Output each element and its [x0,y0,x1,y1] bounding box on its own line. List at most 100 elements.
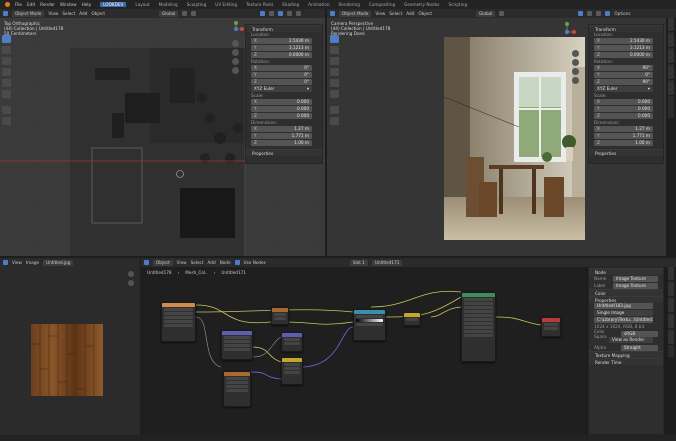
menu-render[interactable]: Render [40,2,55,7]
left-mode-select[interactable]: Object Mode [12,10,45,17]
node-normal-map[interactable] [281,357,303,385]
right-shading-render-icon[interactable] [605,11,611,16]
tab-node-view[interactable] [668,299,674,313]
tab-compositing[interactable]: Compositing [369,2,395,7]
tab-sculpting[interactable]: Sculpting [187,2,207,7]
node-menu-select[interactable]: Select [191,260,204,265]
right-rotation-x-field[interactable]: X 90° [594,65,653,71]
right-menu-add[interactable]: Add [406,11,414,16]
tab-shading[interactable]: Shading [282,2,299,7]
left-menu-object[interactable]: Object [91,11,105,16]
right-menu-select[interactable]: Select [389,11,402,16]
tab-tool[interactable] [668,34,674,48]
right-rotation-y-field[interactable]: Y 0° [594,72,653,78]
right-transform-header[interactable]: Transform [589,25,663,32]
image-file-select[interactable]: Untitled/183.jpg [594,303,653,309]
blender-logo-icon[interactable] [5,2,10,7]
proportional-icon[interactable] [191,11,197,16]
node-sidebar-tabs[interactable] [667,267,674,357]
right-move-tool-icon[interactable] [330,57,339,65]
node-color-ramp[interactable] [353,309,386,341]
right-rotate-tool-icon[interactable] [330,68,339,76]
tab-node-tool[interactable] [668,283,674,297]
node-object-select[interactable]: Object [153,259,173,266]
tab-other[interactable] [668,82,674,96]
right-rotation-z-field[interactable]: Z 90° [594,79,653,85]
tab-geometry-nodes[interactable]: Geometry Nodes [404,2,439,7]
scale-y-field[interactable]: Y 0.000 [251,106,312,112]
camera-view-icon[interactable] [232,58,239,65]
shading-solid-icon[interactable] [278,11,284,16]
location-y-field[interactable]: Y 3.1213 m [251,45,312,51]
transform-tool-icon[interactable] [2,90,11,98]
select-tool-icon[interactable] [2,35,11,43]
node-name-field[interactable]: Image Texture [613,275,658,282]
navigation-gizmo-icon[interactable] [227,20,245,38]
scale-x-field[interactable]: X 0.000 [251,99,312,105]
right-dimension-z-field[interactable]: Z 1.00 m [594,140,653,146]
move-tool-icon[interactable] [2,57,11,65]
left-menu-view[interactable]: View [48,11,58,16]
dimension-z-field[interactable]: Z 1.00 m [251,140,312,146]
right-transform-tool-icon[interactable] [330,90,339,98]
image-menu-view[interactable]: View [12,260,22,265]
right-navigation-gizmo-icon[interactable] [552,18,582,44]
tab-create[interactable] [668,66,674,80]
zoom-icon[interactable] [232,40,239,47]
shading-material-icon[interactable] [287,11,293,16]
image-pan-icon[interactable] [128,280,134,286]
tab-node-wrangler[interactable] [668,331,674,345]
image-editor-type-icon[interactable] [3,260,8,265]
node-label-field[interactable]: Image Texture [613,282,658,289]
tab-uv-editing[interactable]: UV Editing [215,2,237,7]
snap-icon[interactable] [182,11,188,16]
material-select[interactable]: Untitled171 [371,259,403,266]
node-mapping[interactable] [221,330,253,360]
shading-render-icon[interactable] [296,11,302,16]
right-select-tool-icon[interactable] [330,35,339,43]
tab-scripting[interactable]: Scripting [448,2,467,7]
right-scale-y-field[interactable]: Y 0.000 [594,106,653,112]
use-nodes-checkbox[interactable] [234,260,240,265]
tab-texture-paint[interactable]: Texture Paint [246,2,273,7]
render-time-header[interactable]: Render Time [589,358,663,365]
scale-z-field[interactable]: Z 0.000 [251,113,312,119]
right-pan-icon[interactable] [572,59,579,66]
right-snap-icon[interactable] [499,11,505,16]
rotation-mode-select[interactable]: XYZ Euler ▾ [251,86,312,92]
node-section-header[interactable]: Node [589,268,663,275]
right-location-z-field[interactable]: Z 0.0000 m [594,52,653,58]
menu-edit[interactable]: Edit [27,2,35,7]
right-measure-tool-icon[interactable] [330,117,339,125]
image-name-field[interactable]: Untitled.jpg [43,259,74,266]
image-menu-image[interactable]: Image [26,260,39,265]
texture-mapping-header[interactable]: Texture Mapping [589,351,663,358]
rotation-x-field[interactable]: X 0° [251,65,312,71]
tab-node[interactable] [668,267,674,281]
right-camera-view-icon[interactable] [572,68,579,75]
alpha-select[interactable]: Straight [621,344,658,351]
right-overlay-icon[interactable] [578,11,584,16]
measure-tool-icon[interactable] [2,117,11,125]
right-location-x-field[interactable]: X 2.5430 m [594,38,653,44]
right-dimension-y-field[interactable]: Y 1.771 m [594,133,653,139]
right-options[interactable]: Options [614,11,630,16]
rotation-z-field[interactable]: Z 0° [251,79,312,85]
right-mode-select[interactable]: Object Mode [339,10,372,17]
pan-icon[interactable] [232,49,239,56]
transform-header[interactable]: Transform [246,25,322,32]
color-space-select[interactable]: sRGB [621,330,658,337]
node-menu-view[interactable]: View [177,260,187,265]
rotate-tool-icon[interactable] [2,68,11,76]
right-scale-x-field[interactable]: X 0.000 [594,99,653,105]
right-rotation-mode-select[interactable]: XYZ Euler ▾ [594,86,653,92]
ortho-toggle-icon[interactable] [232,67,239,74]
tab-item[interactable] [668,18,674,32]
image-editor-canvas[interactable] [0,267,140,435]
location-z-field[interactable]: Z 0.0000 m [251,52,312,58]
image-filepath-field[interactable]: C:\Library\Textu...\Untitled183.jpg [594,317,653,323]
node-mix[interactable] [403,312,421,326]
tab-modeling[interactable]: Modeling [159,2,178,7]
right-dimension-x-field[interactable]: X 1.27 m [594,126,653,132]
node-color-header[interactable]: Color [589,289,663,296]
